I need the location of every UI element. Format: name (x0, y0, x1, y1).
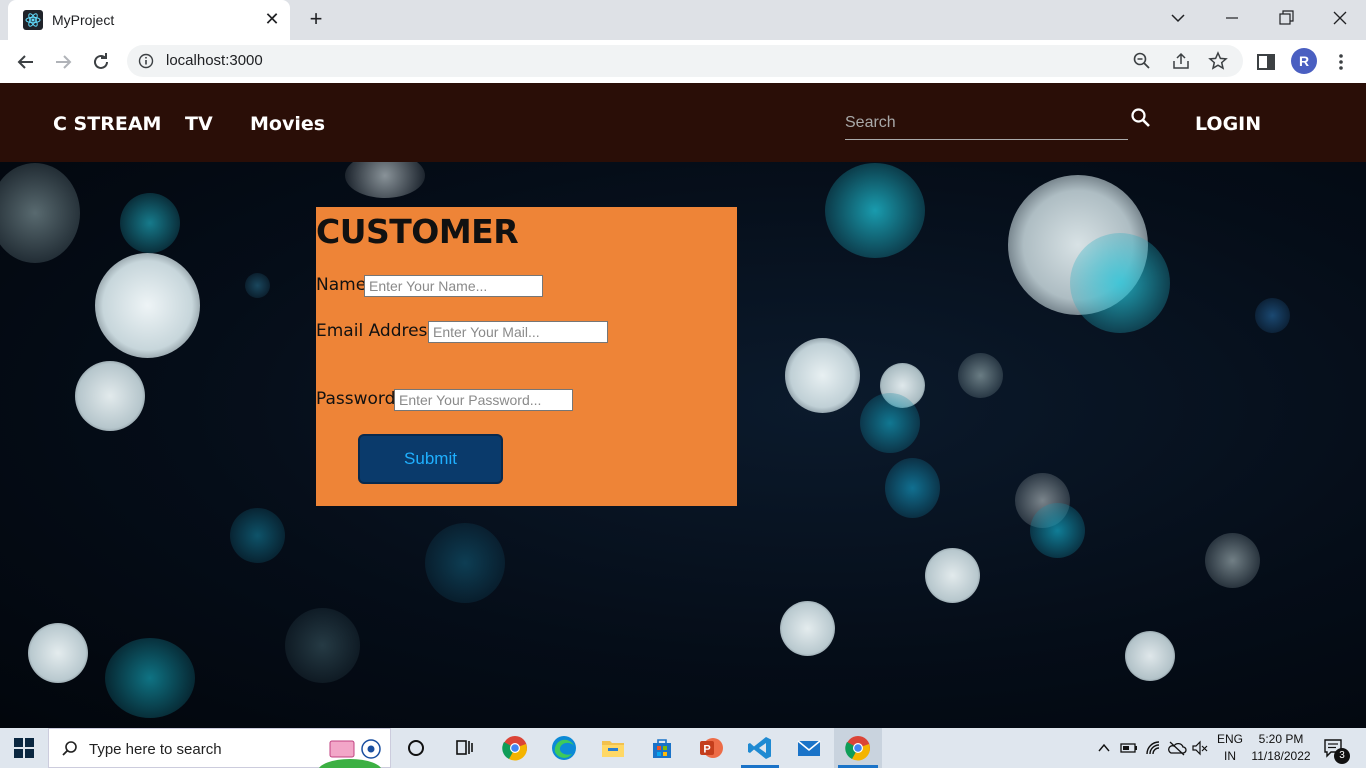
taskbar-search-text: Type here to search (89, 741, 222, 758)
url-text: localhost:3000 (166, 52, 263, 69)
form-title: CUSTOMER (316, 212, 519, 251)
zoom-out-icon[interactable] (1132, 51, 1152, 71)
tab-title: MyProject (52, 12, 115, 28)
restore-icon[interactable] (1272, 6, 1300, 30)
microsoft-store-icon[interactable] (648, 734, 676, 762)
cortana-icon[interactable] (402, 734, 430, 762)
wifi-icon[interactable] (1144, 739, 1164, 757)
email-label: Email Address: (316, 321, 442, 341)
new-tab-icon[interactable]: + (305, 8, 327, 30)
submit-button[interactable]: Submit (358, 434, 503, 484)
chrome-icon[interactable] (844, 734, 872, 762)
minimize-icon[interactable] (1218, 6, 1246, 30)
browser-tab-strip: MyProject ✕ + (0, 0, 1366, 40)
share-icon[interactable] (1171, 51, 1191, 71)
notification-count-badge: 3 (1334, 748, 1350, 764)
vscode-icon[interactable] (746, 734, 774, 762)
email-input[interactable] (428, 321, 608, 343)
clock-date[interactable]: 11/18/2022 (1250, 749, 1312, 763)
battery-icon[interactable] (1120, 740, 1138, 756)
search-icon[interactable] (1130, 107, 1152, 129)
password-input[interactable] (394, 389, 573, 411)
windows-taskbar: Type here to search P ENG IN 5:20 PM 11/… (0, 728, 1366, 768)
volume-muted-icon[interactable] (1191, 739, 1209, 757)
page-content: C STREAM TV Movies LOGIN CUSTOMER Name: … (0, 83, 1366, 728)
browser-tab[interactable]: MyProject ✕ (8, 0, 290, 40)
clock-time[interactable]: 5:20 PM (1250, 732, 1312, 746)
reload-icon[interactable] (89, 50, 113, 74)
name-input[interactable] (364, 275, 543, 297)
brand-link[interactable]: C STREAM (53, 113, 161, 135)
nav-link-movies[interactable]: Movies (250, 113, 325, 135)
password-label: Password: (316, 389, 402, 409)
nav-link-tv[interactable]: TV (185, 113, 213, 135)
browser-toolbar: localhost:3000 R (0, 40, 1366, 83)
tab-close-icon[interactable]: ✕ (262, 9, 282, 29)
search-field (845, 108, 1128, 140)
side-panel-icon[interactable] (1254, 50, 1278, 74)
customer-form: CUSTOMER Name: Email Address: Password: … (316, 207, 737, 506)
language-code[interactable]: ENG (1216, 732, 1244, 746)
site-navbar: C STREAM TV Movies LOGIN (0, 83, 1366, 162)
back-icon[interactable] (14, 50, 38, 74)
svg-text:P: P (703, 744, 710, 756)
powerpoint-icon[interactable]: P (697, 734, 725, 762)
file-explorer-icon[interactable] (599, 734, 627, 762)
address-bar[interactable]: localhost:3000 (127, 45, 1243, 77)
chrome-icon[interactable] (501, 734, 529, 762)
language-region[interactable]: IN (1216, 749, 1244, 763)
profile-avatar[interactable]: R (1291, 48, 1317, 74)
task-view-icon[interactable] (450, 734, 478, 762)
mail-icon[interactable] (795, 734, 823, 762)
react-logo-icon (23, 10, 43, 30)
onedrive-icon[interactable] (1167, 739, 1187, 757)
edge-icon[interactable] (550, 734, 578, 762)
site-info-icon[interactable] (138, 53, 154, 69)
close-window-icon[interactable] (1326, 6, 1354, 30)
bookmark-star-icon[interactable] (1208, 51, 1228, 71)
more-menu-icon[interactable] (1329, 50, 1353, 74)
tab-search-icon[interactable] (1164, 6, 1192, 30)
login-link[interactable]: LOGIN (1195, 113, 1261, 135)
windows-start-icon[interactable] (14, 738, 34, 758)
search-icon (62, 741, 77, 756)
chevron-up-icon[interactable] (1097, 741, 1111, 755)
search-input[interactable] (845, 108, 1128, 138)
taskbar-search-box[interactable]: Type here to search (48, 728, 391, 768)
forward-icon[interactable] (51, 50, 75, 74)
search-highlight-icon (319, 739, 381, 768)
